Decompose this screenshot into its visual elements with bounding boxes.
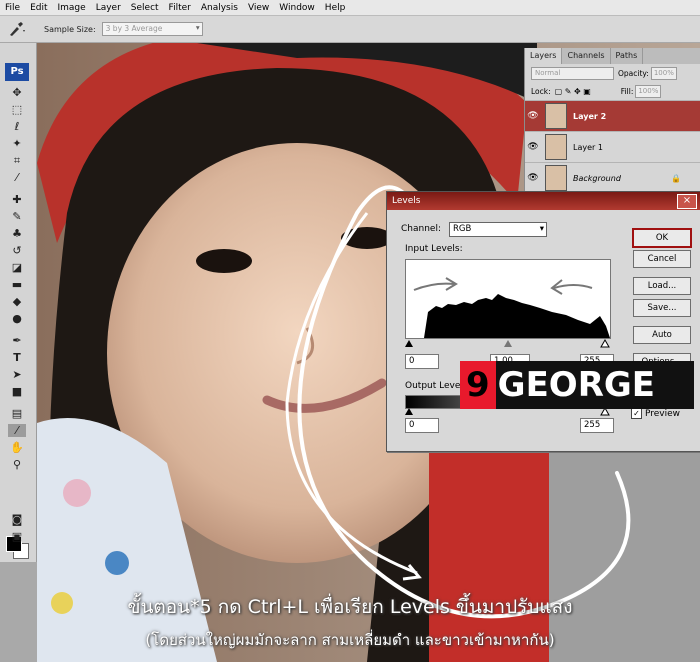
menu-filter[interactable]: Filter — [164, 3, 196, 13]
sample-size-label: Sample Size: — [44, 24, 96, 34]
eraser-tool-icon[interactable]: ◪ — [8, 261, 26, 274]
options-bar: Sample Size: 3 by 3 Average — [0, 16, 700, 43]
lasso-tool-icon[interactable]: ℓ — [8, 120, 26, 133]
layers-panel: Layers Channels Paths Normal Opacity: 10… — [524, 48, 700, 200]
dodge-tool-icon[interactable]: ● — [8, 312, 26, 325]
caption-line-2: (โดยส่วนใหญ่ผมมักจะลาก สามเหลี่ยมดำ และข… — [145, 631, 555, 649]
screen-mode-icon[interactable]: ▣ — [8, 530, 26, 543]
histogram — [405, 259, 611, 339]
layer-thumbnail — [545, 134, 567, 160]
output-white-field[interactable]: 255 — [580, 418, 614, 433]
layer-thumbnail — [545, 165, 567, 191]
sample-size-select[interactable]: 3 by 3 Average — [101, 22, 203, 36]
visibility-eye-icon[interactable]: 👁 — [525, 173, 541, 183]
blend-row: Normal Opacity: 100% — [525, 64, 700, 82]
menu-select[interactable]: Select — [126, 3, 164, 13]
menu-edit[interactable]: Edit — [25, 3, 52, 13]
pen-tool-icon[interactable]: ✒ — [8, 334, 26, 347]
menu-image[interactable]: Image — [53, 3, 91, 13]
input-sliders[interactable] — [403, 338, 611, 348]
zoom-tool-icon[interactable]: ⚲ — [8, 458, 26, 471]
stamp-tool-icon[interactable]: ♣ — [8, 227, 26, 240]
menu-layer[interactable]: Layer — [91, 3, 126, 13]
fill-label: Fill: — [620, 86, 634, 96]
brush-tool-icon[interactable]: ✎ — [8, 210, 26, 223]
lock-icons[interactable]: ▢ ✎ ✥ ▣ — [555, 87, 591, 96]
lock-icon: 🔒 — [671, 173, 681, 183]
eyedropper-tool-icon[interactable]: ⁄ — [8, 424, 26, 437]
levels-titlebar[interactable]: Levels × — [387, 192, 700, 210]
layer-name: Layer 1 — [573, 142, 603, 152]
watermark-text: GEORGE — [497, 365, 656, 405]
levels-title: Levels — [392, 196, 421, 206]
eyedropper-icon[interactable] — [4, 19, 30, 39]
healing-brush-icon[interactable]: ✚ — [8, 193, 26, 206]
checkbox-check-icon[interactable]: ✓ — [631, 408, 642, 419]
input-levels-label: Input Levels: — [405, 244, 463, 254]
type-tool-icon[interactable]: T — [8, 351, 26, 364]
visibility-eye-icon[interactable]: 👁 — [525, 111, 541, 121]
preview-checkbox[interactable]: ✓ Preview — [631, 408, 680, 419]
magic-wand-icon[interactable]: ✦ — [8, 137, 26, 150]
lock-row: Lock: ▢ ✎ ✥ ▣ Fill: 100% — [525, 82, 700, 100]
menu-view[interactable]: View — [243, 3, 274, 13]
menu-help[interactable]: Help — [320, 3, 351, 13]
layers-panel-tabs: Layers Channels Paths — [525, 48, 700, 64]
photoshop-logo: Ps — [5, 63, 29, 81]
blur-tool-icon[interactable]: ◆ — [8, 295, 26, 308]
menu-file[interactable]: File — [0, 3, 25, 13]
layer-row-layer-1[interactable]: 👁 Layer 1 — [525, 131, 700, 162]
george-watermark-logo: 9 GEORGE — [460, 361, 694, 409]
menu-window[interactable]: Window — [274, 3, 320, 13]
close-icon[interactable]: × — [677, 194, 697, 209]
blend-mode-select[interactable]: Normal — [531, 66, 614, 80]
menu-analysis[interactable]: Analysis — [196, 3, 243, 13]
levels-dialog: Levels × Channel: RGB ▾ Input Levels: 0 … — [386, 191, 700, 452]
output-black-field[interactable]: 0 — [405, 418, 439, 433]
cancel-button[interactable]: Cancel — [633, 250, 691, 268]
chevron-down-icon: ▾ — [539, 224, 544, 234]
channel-select[interactable]: RGB ▾ — [449, 222, 547, 237]
move-tool-icon[interactable]: ✥ — [8, 86, 26, 99]
layer-name: Layer 2 — [573, 111, 607, 121]
notes-tool-icon[interactable]: ▤ — [8, 407, 26, 420]
visibility-eye-icon[interactable]: 👁 — [525, 142, 541, 152]
tab-paths[interactable]: Paths — [611, 48, 644, 64]
tools-panel: Ps ✥ ⬚ ℓ ✦ ⌗ ⁄ ✚ ✎ ♣ ↺ ◪ ▬ ◆ ● ✒ T ➤ ■ ▤… — [0, 43, 37, 562]
crop-tool-icon[interactable]: ⌗ — [8, 154, 26, 167]
opacity-field[interactable]: 100% — [650, 66, 677, 80]
layer-row-background[interactable]: 👁 Background 🔒 — [525, 162, 700, 193]
shape-tool-icon[interactable]: ■ — [8, 385, 26, 398]
channel-value: RGB — [453, 224, 472, 234]
load-button[interactable]: Load... — [633, 277, 691, 295]
ok-button[interactable]: OK — [632, 228, 692, 248]
opacity-label: Opacity: — [618, 68, 649, 78]
quick-mask-icon[interactable]: ◙ — [8, 513, 26, 526]
gradient-tool-icon[interactable]: ▬ — [8, 278, 26, 291]
input-black-field[interactable]: 0 — [405, 354, 439, 369]
slice-tool-icon[interactable]: ⁄ — [8, 171, 26, 184]
marquee-tool-icon[interactable]: ⬚ — [8, 103, 26, 116]
lock-label: Lock: — [531, 86, 551, 96]
menu-bar: File Edit Image Layer Select Filter Anal… — [0, 0, 700, 16]
path-select-icon[interactable]: ➤ — [8, 368, 26, 381]
auto-button[interactable]: Auto — [633, 326, 691, 344]
layer-row-layer-2[interactable]: 👁 Layer 2 — [525, 100, 700, 131]
channel-label: Channel: — [401, 224, 441, 234]
hand-tool-icon[interactable]: ✋ — [8, 441, 26, 454]
tab-layers[interactable]: Layers — [525, 48, 563, 64]
preview-label: Preview — [645, 408, 681, 419]
history-brush-icon[interactable]: ↺ — [8, 244, 26, 257]
layer-name: Background — [573, 173, 621, 183]
layer-thumbnail — [545, 103, 567, 129]
fill-field[interactable]: 100% — [635, 84, 662, 98]
save-button[interactable]: Save... — [633, 299, 691, 317]
tab-channels[interactable]: Channels — [562, 48, 611, 64]
watermark-nine: 9 — [460, 361, 496, 409]
caption-line-1: ขั้นตอน*5 กด Ctrl+L เพื่อเรียก Levels ขึ… — [127, 596, 573, 618]
